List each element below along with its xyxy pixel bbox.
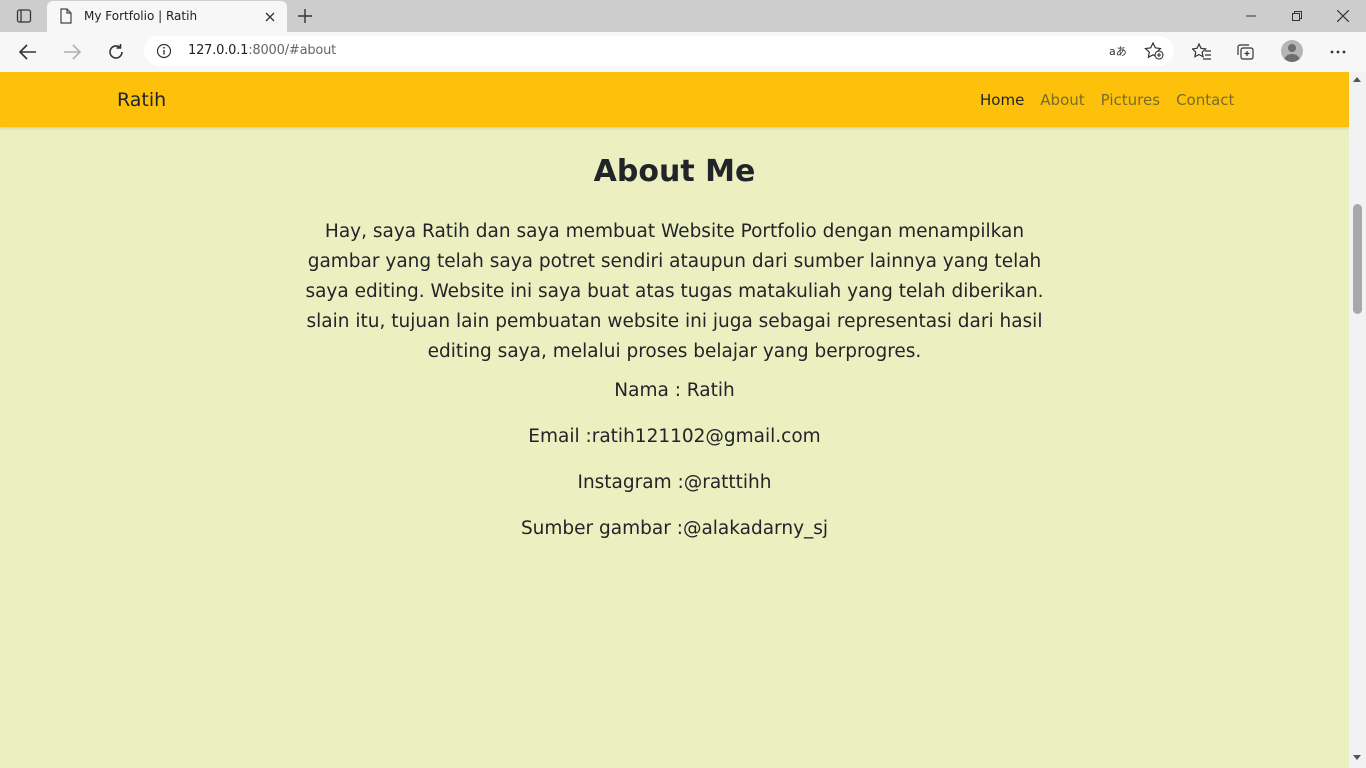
active-tab[interactable]: My Fortfolio | Ratih (47, 1, 287, 32)
instagram-line: Instagram :@ratttihh (577, 472, 772, 493)
translate-button[interactable]: aあ (1108, 42, 1128, 60)
close-window-icon (1337, 10, 1349, 22)
browser-toolbar: 127.0.0.1:8000/#about aあ (0, 32, 1366, 72)
nav-link-about[interactable]: About (1032, 91, 1092, 109)
sumber-line: Sumber gambar :@alakadarny_sj (520, 518, 829, 539)
settings-menu-button[interactable] (1325, 39, 1351, 65)
refresh-button[interactable] (100, 36, 132, 68)
collections-icon (1237, 44, 1254, 60)
site-navbar: Ratih Home About Pictures Contact (0, 72, 1349, 127)
url-text: 127.0.0.1:8000/#about (188, 43, 336, 58)
site-info-icon (156, 43, 172, 59)
tab-actions-icon (16, 9, 31, 23)
nav-link-home[interactable]: Home (972, 91, 1032, 109)
minimize-icon (1246, 15, 1256, 17)
close-window-button[interactable] (1320, 0, 1366, 32)
tab-actions-button[interactable] (0, 0, 47, 32)
scroll-up-arrow-icon[interactable] (1353, 77, 1361, 82)
new-tab-button[interactable] (292, 4, 318, 28)
url-path: :8000/#about (248, 43, 337, 58)
profile-avatar[interactable] (1281, 40, 1303, 62)
tab-bar: My Fortfolio | Ratih (0, 0, 1366, 32)
plus-icon (298, 9, 312, 23)
page-icon (60, 8, 72, 24)
brand-link[interactable]: Ratih (117, 89, 166, 111)
favorites-icon (1192, 43, 1211, 60)
svg-text:aあ: aあ (1109, 45, 1127, 58)
tab-title: My Fortfolio | Ratih (84, 9, 198, 23)
about-heading: About Me (593, 154, 756, 189)
about-intro: Hay, saya Ratih dan saya membuat Website… (305, 221, 1044, 362)
add-favorite-button[interactable] (1144, 42, 1164, 60)
address-bar[interactable]: 127.0.0.1:8000/#about aあ (144, 36, 1174, 66)
page-viewport: Ratih Home About Pictures Contact About … (0, 72, 1349, 768)
forward-button[interactable] (56, 36, 88, 68)
collections-button[interactable] (1233, 39, 1259, 65)
nama-line: Nama : Ratih (614, 380, 735, 401)
nav-menu: Home About Pictures Contact (972, 91, 1242, 109)
scroll-thumb[interactable] (1353, 204, 1362, 314)
star-add-icon (1144, 42, 1164, 60)
restore-button[interactable] (1274, 0, 1320, 32)
url-host: 127.0.0.1 (188, 43, 249, 58)
nav-link-pictures[interactable]: Pictures (1093, 91, 1168, 109)
refresh-icon (109, 44, 123, 59)
close-icon (265, 12, 275, 22)
page-scrollbar[interactable] (1349, 72, 1366, 768)
minimize-button[interactable] (1228, 0, 1274, 32)
translate-icon: aあ (1109, 45, 1127, 58)
restore-icon (1292, 11, 1302, 21)
email-line: Email :ratih121102@gmail.com (528, 426, 821, 447)
back-arrow-icon (19, 44, 36, 60)
back-button[interactable] (12, 36, 44, 68)
more-icon (1330, 50, 1346, 54)
favorites-button[interactable] (1189, 39, 1215, 65)
nav-link-contact[interactable]: Contact (1168, 91, 1242, 109)
scroll-down-arrow-icon[interactable] (1353, 755, 1361, 760)
tab-close-button[interactable] (261, 8, 279, 26)
forward-arrow-icon (64, 44, 81, 60)
